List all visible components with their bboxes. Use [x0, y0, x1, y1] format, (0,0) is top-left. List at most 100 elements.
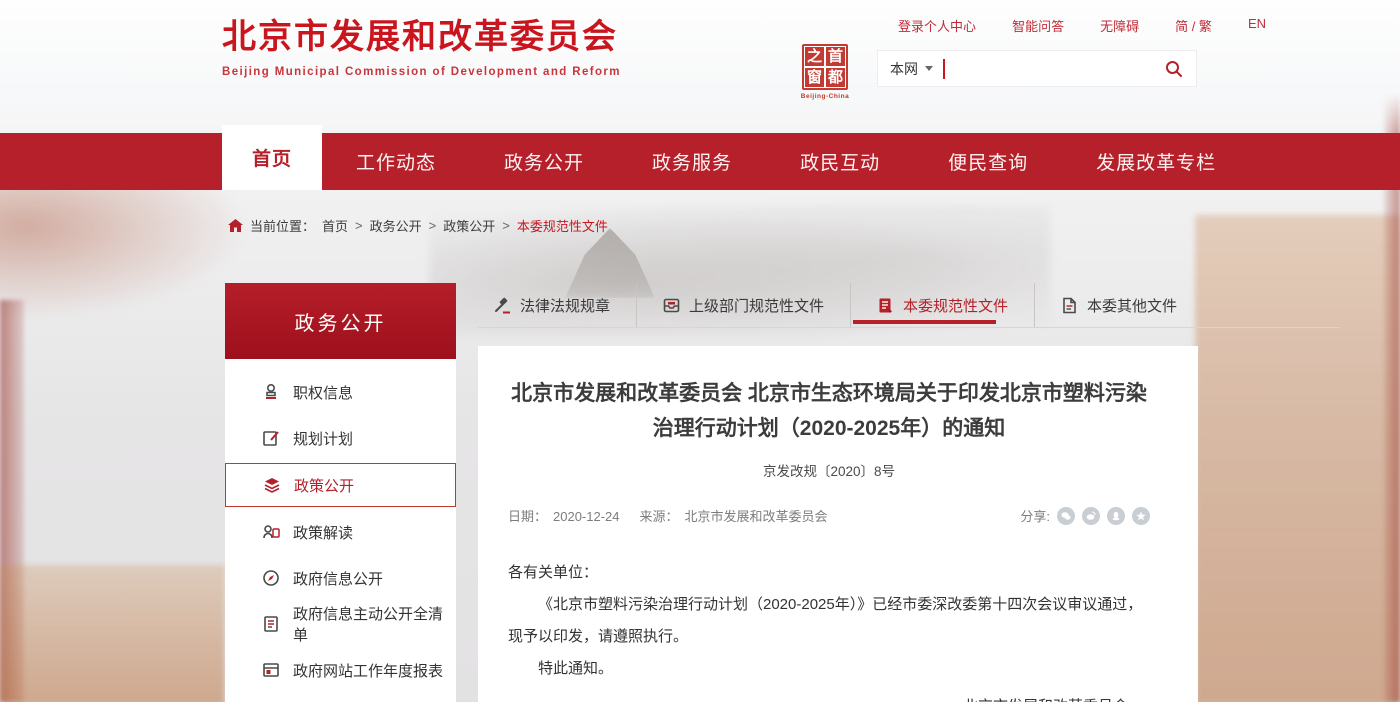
nav-government-affairs[interactable]: 政务公开: [470, 133, 618, 190]
tab-commission-other-docs[interactable]: 本委其他文件: [1034, 283, 1203, 327]
search-input[interactable]: [945, 55, 1165, 83]
sidebar-item-label: 政策解读: [293, 522, 353, 543]
sidebar-item-label: 规划计划: [293, 428, 353, 449]
article-body: 各有关单位： 《北京市塑料污染治理行动计划（2020-2025年）》已经市委深改…: [508, 557, 1150, 702]
date-label: 日期：: [508, 509, 547, 524]
english-link[interactable]: EN: [1248, 16, 1266, 35]
interpretation-icon: [261, 523, 280, 542]
breadcrumb-separator: >: [502, 218, 510, 233]
seal-icon: 之 首 窗 都: [802, 44, 848, 90]
nav-home[interactable]: 首页: [222, 125, 322, 190]
site-subtitle: Beijing Municipal Commission of Developm…: [222, 66, 621, 78]
sidebar-item-label: 政策公开: [294, 475, 354, 496]
sidebar-item-policy-disclosure[interactable]: 政策公开: [225, 463, 456, 507]
breadcrumb-label: 当前位置：: [250, 216, 315, 235]
article-meta: 日期： 2020-12-24 来源： 北京市发展和改革委员会 分享:: [508, 506, 1150, 525]
annual-report-icon: [261, 661, 280, 680]
main-content: 法律法规规章 上级部门规范性文件 本委规范性文件 本委其他文件: [478, 283, 1198, 702]
sidebar-item-website-annual-report[interactable]: 政府网站工作年度报表: [225, 647, 456, 693]
tab-laws-regulations[interactable]: 法律法规规章: [478, 283, 636, 327]
share-qzone-icon[interactable]: [1132, 507, 1150, 525]
salutation: 各有关单位：: [508, 557, 1150, 589]
nav-government-services[interactable]: 政务服务: [618, 133, 766, 190]
tab-commission-normative-docs[interactable]: 本委规范性文件: [850, 283, 1034, 327]
sidebar-item-policy-interpretation[interactable]: 政策解读: [225, 509, 456, 555]
search-bar: 本网: [877, 50, 1197, 87]
inbox-icon: [663, 297, 680, 314]
seal-char: 窗: [805, 68, 824, 87]
site-logo[interactable]: 北京市发展和改革委员会 Beijing Municipal Commission…: [222, 17, 621, 78]
search-scope-label: 本网: [890, 59, 918, 79]
breadcrumb-gov-affairs[interactable]: 政务公开: [370, 216, 422, 235]
policy-layers-icon: [262, 476, 281, 495]
sidebar-item-label: 职权信息: [293, 382, 353, 403]
full-list-icon: [261, 615, 280, 634]
signature: 北京市发展和改革委员会: [508, 691, 1150, 702]
info-disclosure-icon: [261, 569, 280, 588]
accessibility-link[interactable]: 无障碍: [1100, 16, 1139, 35]
tab-superior-normative-docs[interactable]: 上级部门规范性文件: [636, 283, 850, 327]
document-number: 京发改规〔2020〕8号: [508, 460, 1150, 480]
article-card: 北京市发展和改革委员会 北京市生态环境局关于印发北京市塑料污染治理行动计划（20…: [478, 346, 1198, 702]
sidebar-item-label: 政府信息公开: [293, 568, 383, 589]
article-date: 2020-12-24: [553, 509, 620, 524]
seal-caption: Beijing-China: [800, 93, 850, 100]
body-paragraph: 特此通知。: [508, 653, 1150, 685]
login-personal-center-link[interactable]: 登录个人中心: [898, 16, 976, 35]
nav-reform-column[interactable]: 发展改革专栏: [1062, 133, 1250, 190]
authority-badge-icon: [261, 383, 280, 402]
chevron-down-icon: [925, 66, 933, 71]
seal-char: 首: [826, 47, 845, 66]
article-title: 北京市发展和改革委员会 北京市生态环境局关于印发北京市塑料污染治理行动计划（20…: [508, 376, 1150, 446]
smart-qa-link[interactable]: 智能问答: [1012, 16, 1064, 35]
sidebar-item-policy-catalog[interactable]: 政策目录: [225, 693, 456, 702]
nav-convenience-query[interactable]: 便民查询: [914, 133, 1062, 190]
article-source: 北京市发展和改革委员会: [685, 509, 828, 524]
simplified-traditional-toggle[interactable]: 简 / 繁: [1175, 16, 1212, 35]
sidebar-title: 政务公开: [225, 283, 456, 359]
share-weibo-icon[interactable]: [1082, 507, 1100, 525]
nav-work-news[interactable]: 工作动态: [322, 133, 470, 190]
sidebar-item-label: 政府网站工作年度报表: [293, 660, 443, 681]
source-label: 来源：: [640, 509, 679, 524]
share-wechat-icon[interactable]: [1057, 507, 1075, 525]
gavel-icon: [494, 297, 511, 314]
breadcrumb-current: 本委规范性文件: [517, 216, 608, 235]
breadcrumb-separator: >: [429, 218, 437, 233]
search-scope-dropdown[interactable]: 本网: [890, 59, 933, 79]
seal-char: 都: [826, 68, 845, 87]
tab-label: 本委规范性文件: [903, 295, 1008, 316]
primary-navigation: 首页 工作动态 政务公开 政务服务 政民互动 便民查询 发展改革专栏: [0, 133, 1400, 190]
breadcrumb: 当前位置： 首页 > 政务公开 > 政策公开 > 本委规范性文件: [228, 216, 608, 235]
sidebar-item-authority-info[interactable]: 职权信息: [225, 369, 456, 415]
home-icon: [228, 219, 243, 233]
share-bar: 分享:: [1020, 506, 1150, 525]
search-button[interactable]: [1164, 59, 1184, 79]
breadcrumb-policy[interactable]: 政策公开: [443, 216, 495, 235]
sidebar-item-gov-info-disclosure[interactable]: 政府信息公开: [225, 555, 456, 601]
sidebar-item-planning[interactable]: 规划计划: [225, 415, 456, 461]
tab-label: 法律法规规章: [520, 295, 610, 316]
sidebar-item-proactive-disclosure-list[interactable]: 政府信息主动公开全清单: [225, 601, 456, 647]
site-header: 北京市发展和改革委员会 Beijing Municipal Commission…: [0, 0, 1400, 133]
share-label: 分享:: [1020, 506, 1050, 525]
tab-label: 本委其他文件: [1087, 295, 1177, 316]
red-doc-icon: [877, 297, 894, 314]
other-doc-icon: [1061, 297, 1078, 314]
share-qq-icon[interactable]: [1107, 507, 1125, 525]
document-type-tabs: 法律法规规章 上级部门规范性文件 本委规范性文件 本委其他文件: [478, 283, 1340, 328]
tab-label: 上级部门规范性文件: [689, 295, 824, 316]
sidebar: 政务公开 职权信息 规划计划 政策公开: [225, 283, 456, 702]
search-icon: [1164, 59, 1184, 79]
nav-public-interaction[interactable]: 政民互动: [766, 133, 914, 190]
body-paragraph: 《北京市塑料污染治理行动计划（2020-2025年）》已经市委深改委第十四次会议…: [508, 589, 1150, 653]
seal-char: 之: [805, 47, 824, 66]
breadcrumb-home[interactable]: 首页: [322, 216, 348, 235]
breadcrumb-separator: >: [355, 218, 363, 233]
capital-window-seal-logo[interactable]: 之 首 窗 都 Beijing-China: [800, 44, 850, 100]
plan-edit-icon: [261, 429, 280, 448]
sidebar-item-label: 政府信息主动公开全清单: [293, 603, 456, 645]
site-title: 北京市发展和改革委员会: [222, 17, 621, 58]
utility-links: 登录个人中心 智能问答 无障碍 简 / 繁 EN: [898, 16, 1266, 35]
page: 北京市发展和改革委员会 Beijing Municipal Commission…: [0, 0, 1400, 702]
